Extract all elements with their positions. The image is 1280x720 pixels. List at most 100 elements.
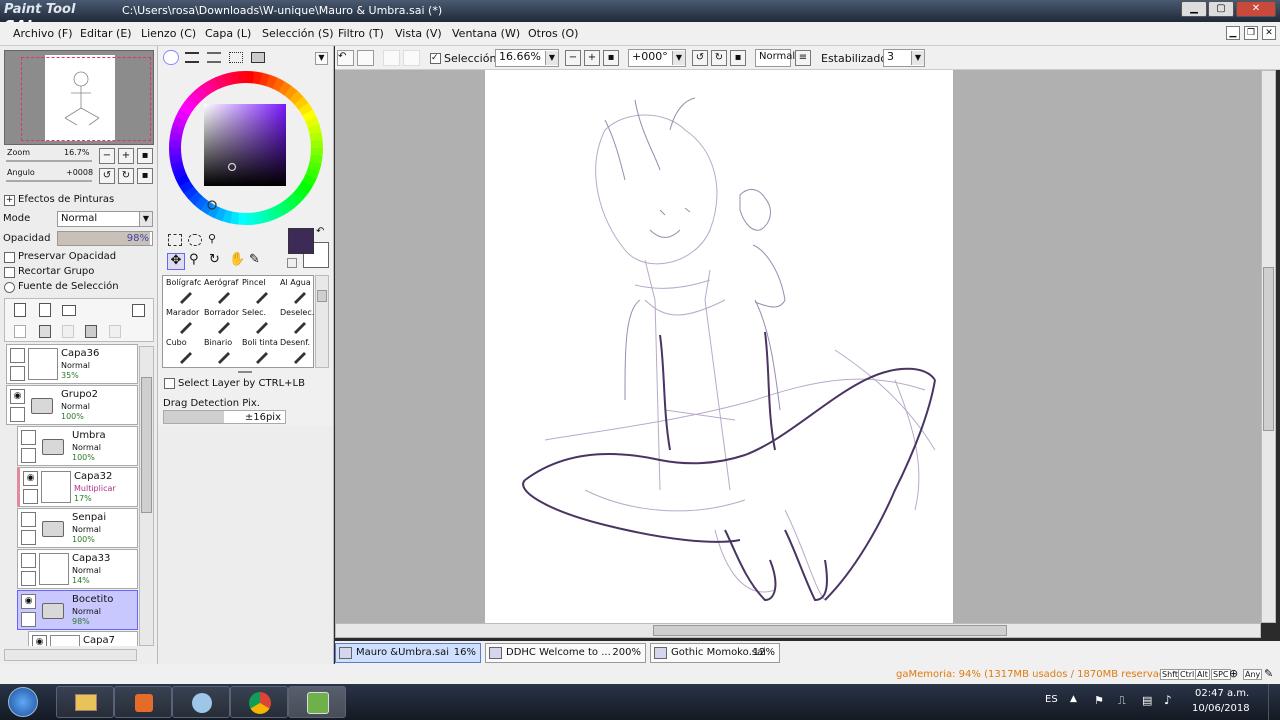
clock-time[interactable]: 02:47 a.m. xyxy=(1195,688,1249,699)
layer-visibility-toggle[interactable] xyxy=(21,512,36,527)
transparent-color-icon[interactable] xyxy=(287,258,297,268)
layer-hscrollbar[interactable] xyxy=(4,649,137,661)
layer-lock-toggle[interactable] xyxy=(21,530,36,545)
brush-scrollbar[interactable] xyxy=(315,275,329,368)
menu-archivo[interactable]: Archivo (F) xyxy=(13,27,73,40)
layer-lock-toggle[interactable] xyxy=(10,407,25,422)
layer-visibility-toggle[interactable]: ◉ xyxy=(23,471,38,486)
swatches-tab-icon[interactable] xyxy=(229,52,243,63)
undo-button[interactable]: ↶ xyxy=(337,50,354,66)
brush-tool[interactable]: Bolígrafc xyxy=(164,277,202,306)
new-folder-icon[interactable] xyxy=(62,305,76,316)
brush-tool[interactable]: Desenf. xyxy=(278,337,316,366)
primary-color-swatch[interactable] xyxy=(288,228,314,254)
menu-lienzo[interactable]: Lienzo (C) xyxy=(141,27,196,40)
mdi-restore-button[interactable]: ❐ xyxy=(1244,26,1258,40)
trash-icon[interactable] xyxy=(85,325,97,338)
scratchpad-tab-icon[interactable] xyxy=(251,52,265,63)
minimize-button[interactable]: ▁ xyxy=(1181,1,1207,17)
opacity-slider[interactable]: 98% xyxy=(57,231,153,246)
layer-row[interactable]: Capa33 Normal 14% xyxy=(17,549,138,589)
zoom-out-button[interactable]: − xyxy=(99,148,115,164)
brush-tool[interactable]: Aerógraf xyxy=(202,277,240,306)
zoom-select[interactable]: 16.66% ▼ xyxy=(495,49,559,67)
brush-tool[interactable]: Cubo xyxy=(164,337,202,366)
new-layer-icon[interactable] xyxy=(14,303,26,317)
layer-row[interactable]: ◉ Grupo2 Normal 100% xyxy=(6,385,138,425)
zoom-in-button[interactable]: + xyxy=(118,148,134,164)
layer-visibility-toggle[interactable]: ◉ xyxy=(21,594,36,609)
hand-tool-icon[interactable]: ✋ xyxy=(229,253,245,269)
deselect-button[interactable] xyxy=(383,50,400,66)
invert-selection-button[interactable] xyxy=(403,50,420,66)
brush-tool[interactable]: Selec. xyxy=(240,307,278,336)
blend-select[interactable]: Normal xyxy=(755,49,795,67)
layer-lock-toggle[interactable] xyxy=(10,366,25,381)
lasso-icon[interactable] xyxy=(188,234,202,246)
taskbar-explorer[interactable] xyxy=(56,686,114,718)
clear-layer-icon[interactable] xyxy=(109,325,121,338)
new-linework-layer-icon[interactable] xyxy=(39,303,51,317)
layer-row[interactable]: Capa36 Normal 35% xyxy=(6,344,138,384)
layer-row[interactable]: ◉ Bocetito Normal 98% xyxy=(17,590,138,630)
rgb-slider-tab-icon[interactable] xyxy=(185,52,199,63)
taskbar-media-player[interactable] xyxy=(114,686,172,718)
document-tab[interactable]: DDHC Welcome to ... 200% xyxy=(485,643,646,663)
hsv-slider-tab-icon[interactable] xyxy=(207,52,221,63)
panel-divider[interactable] xyxy=(238,371,252,373)
color-wheel[interactable] xyxy=(168,70,324,226)
layer-mask-icon[interactable] xyxy=(132,304,145,317)
usb-icon[interactable]: ⎍ xyxy=(1118,694,1130,707)
toolbar-rotate-reset-button[interactable]: ▪ xyxy=(730,50,746,66)
layer-lock-toggle[interactable] xyxy=(21,571,36,586)
volume-icon[interactable]: ♪ xyxy=(1164,693,1178,707)
layer-visibility-toggle[interactable] xyxy=(10,348,25,363)
show-desktop-button[interactable] xyxy=(1268,684,1280,720)
rotate-right-button[interactable]: ↻ xyxy=(118,168,134,184)
menu-ventana[interactable]: Ventana (W) xyxy=(452,27,520,40)
canvas-vscrollbar[interactable] xyxy=(1261,70,1276,623)
brush-tool[interactable]: Deselec. xyxy=(278,307,316,336)
brush-tool[interactable]: Borrador xyxy=(202,307,240,336)
zoom-tool-icon[interactable]: ⚲ xyxy=(189,253,205,269)
rotate-left-button[interactable]: ↺ xyxy=(99,168,115,184)
layer-lock-toggle[interactable] xyxy=(23,489,38,504)
drag-detection-slider[interactable]: ±16pix xyxy=(163,410,286,424)
layer-lock-toggle[interactable] xyxy=(21,612,36,627)
rotate-tool-icon[interactable]: ↻ xyxy=(209,253,225,269)
mode-select[interactable]: Normal ▼ xyxy=(57,211,153,227)
layer-visibility-toggle[interactable]: ◉ xyxy=(10,389,25,404)
layer-visibility-toggle[interactable] xyxy=(21,553,36,568)
stabilizer-select[interactable]: 3 ▼ xyxy=(883,49,925,67)
menu-seleccion[interactable]: Selección (S) xyxy=(262,27,334,40)
language-indicator[interactable]: ES xyxy=(1045,694,1058,705)
toolbar-rotate-right-button[interactable]: ↻ xyxy=(711,50,727,66)
layer-visibility-toggle[interactable] xyxy=(21,430,36,445)
selection-checkbox[interactable]: ✓ xyxy=(430,53,441,64)
rect-select-icon[interactable] xyxy=(168,234,182,246)
toolbar-zoom-out-button[interactable]: − xyxy=(565,50,581,66)
document-tab[interactable]: Gothic Momoko.sai 12% xyxy=(650,643,780,663)
taskbar-paint-tool-sai[interactable] xyxy=(288,686,346,718)
mdi-minimize-button[interactable]: ▁ xyxy=(1226,26,1240,40)
toolbar-zoom-reset-button[interactable]: ▪ xyxy=(603,50,619,66)
menu-vista[interactable]: Vista (V) xyxy=(395,27,442,40)
clock-date[interactable]: 10/06/2018 xyxy=(1192,703,1250,714)
redo-button[interactable] xyxy=(357,50,374,66)
canvas-hscrollbar-thumb[interactable] xyxy=(653,625,1007,636)
preserve-opacity-checkbox[interactable] xyxy=(4,252,15,263)
toolbar-rotate-left-button[interactable]: ↺ xyxy=(692,50,708,66)
layer-visibility-toggle[interactable]: ◉ xyxy=(32,635,47,646)
color-wheel-tab-icon[interactable] xyxy=(163,50,179,65)
brush-tool[interactable]: Marador xyxy=(164,307,202,336)
menu-capa[interactable]: Capa (L) xyxy=(205,27,251,40)
show-hidden-icons-icon[interactable]: ▲ xyxy=(1070,694,1080,704)
taskbar-chrome[interactable] xyxy=(230,686,288,718)
panel-collapse-icon[interactable]: ▼ xyxy=(315,52,328,65)
layer-row[interactable]: Umbra Normal 100% xyxy=(17,426,138,466)
select-by-ctrl-checkbox[interactable] xyxy=(164,378,175,389)
swap-colors-icon[interactable]: ↶ xyxy=(316,226,324,237)
clip-group-checkbox[interactable] xyxy=(4,267,15,278)
canvas-hscrollbar[interactable] xyxy=(335,623,1261,638)
canvas-vscrollbar-thumb[interactable] xyxy=(1263,267,1274,431)
